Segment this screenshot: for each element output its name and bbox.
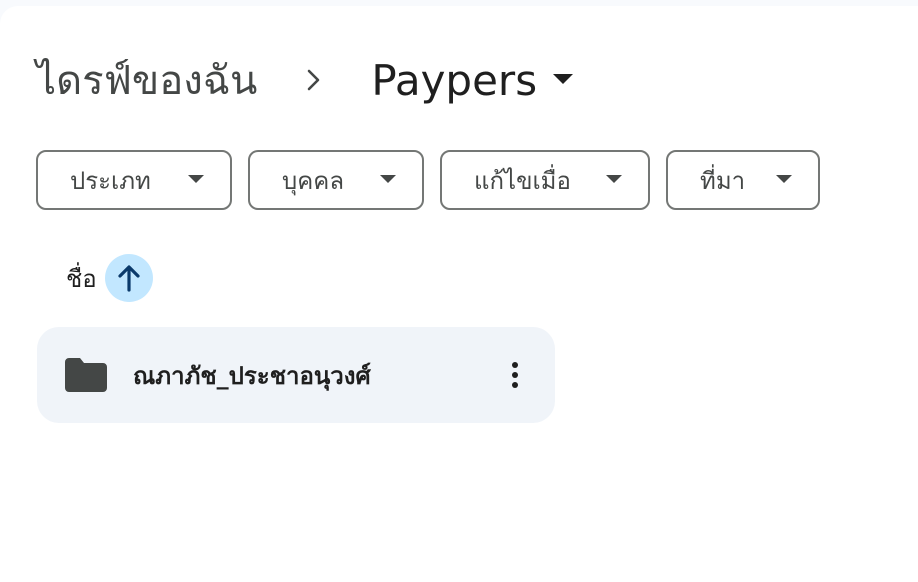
filter-source-label: ที่มา [700, 166, 746, 195]
caret-down-icon [606, 175, 622, 185]
sort-direction-button[interactable] [104, 254, 153, 302]
file-row[interactable]: ณภาภัช_ประชาอนุวงศ์ [37, 327, 555, 423]
main-panel: ไดรฟ์ของฉัน Paypers ประเภท บุคคล แก้ไขเม… [0, 6, 918, 582]
breadcrumb-root[interactable]: ไดรฟ์ของฉัน [36, 48, 257, 112]
current-folder-dropdown[interactable]: Paypers [371, 55, 574, 105]
current-folder-title: Paypers [371, 55, 538, 105]
filter-people-chip[interactable]: บุคคล [248, 150, 424, 210]
file-name: ณภาภัช_ประชาอนุวงศ์ [133, 361, 371, 390]
more-vert-icon[interactable] [495, 355, 535, 395]
filter-people-label: บุคคล [282, 166, 345, 195]
filter-source-chip[interactable]: ที่มา [666, 150, 820, 210]
filter-modified-chip[interactable]: แก้ไขเมื่อ [440, 150, 650, 210]
sort-header: ชื่อ [66, 254, 153, 302]
breadcrumb: ไดรฟ์ของฉัน Paypers [36, 48, 574, 112]
sort-column-label[interactable]: ชื่อ [66, 259, 97, 298]
filter-type-chip[interactable]: ประเภท [36, 150, 232, 210]
caret-down-icon [380, 175, 396, 185]
filter-modified-label: แก้ไขเมื่อ [474, 166, 571, 195]
filter-bar: ประเภท บุคคล แก้ไขเมื่อ ที่มา [36, 150, 820, 210]
chevron-right-icon [301, 67, 327, 93]
folder-icon [65, 358, 107, 392]
caret-down-icon [188, 175, 204, 185]
caret-down-icon [553, 74, 574, 86]
filter-type-label: ประเภท [70, 166, 151, 195]
caret-down-icon [776, 175, 792, 185]
arrow-up-icon [118, 265, 140, 292]
